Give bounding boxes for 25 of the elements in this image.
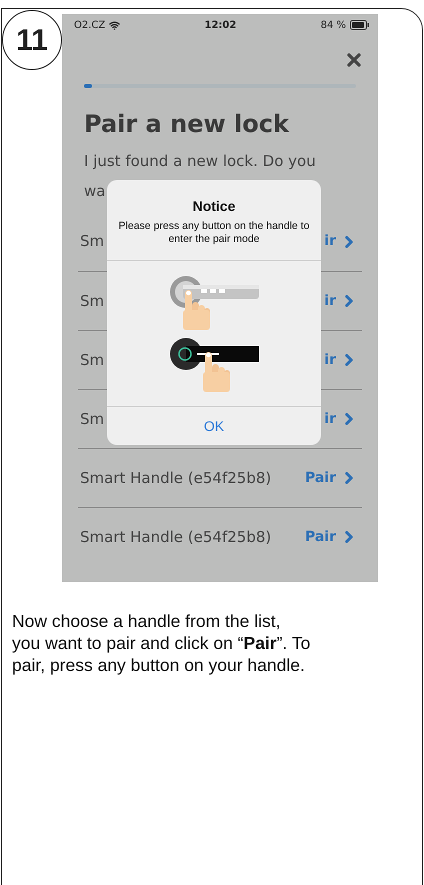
battery-icon xyxy=(350,20,370,30)
description-text: wa xyxy=(84,182,106,200)
pair-button[interactable]: ir xyxy=(324,350,358,370)
wifi-icon xyxy=(109,20,120,30)
pair-button[interactable]: ir xyxy=(324,290,358,312)
carrier-label: O2.CZ xyxy=(74,18,106,32)
lock-name: Sm xyxy=(80,231,104,252)
page-title: Pair a new lock xyxy=(83,109,290,140)
battery-percent: 84 % xyxy=(320,18,346,32)
dialog-message: Please press any button on the handle to enter the pair mode xyxy=(118,220,310,246)
instruction-text: Now choose a handle from the list, you want to pair and click on “Pair”. To pair, press any button on your handle. xyxy=(12,610,312,676)
step-badge: 11 xyxy=(2,10,62,70)
pair-button[interactable]: Pair xyxy=(304,468,358,488)
pair-button[interactable]: ir xyxy=(324,408,358,430)
dialog-title: Notice xyxy=(192,197,236,216)
pair-button[interactable]: Pair xyxy=(304,526,358,548)
pair-button[interactable]: ir xyxy=(324,231,358,252)
lock-name: Sm xyxy=(80,350,104,371)
ok-button[interactable]: OK xyxy=(107,407,321,445)
lock-name: Smart Handle (e54f25b8) xyxy=(80,526,272,548)
lock-name: Sm xyxy=(80,290,104,312)
description-text: I just found a new lock. Do you xyxy=(84,152,316,170)
lock-name: Smart Handle (e54f25b8) xyxy=(80,468,272,489)
clock-time: 12:02 xyxy=(204,18,236,32)
lock-name: Sm xyxy=(80,408,104,430)
